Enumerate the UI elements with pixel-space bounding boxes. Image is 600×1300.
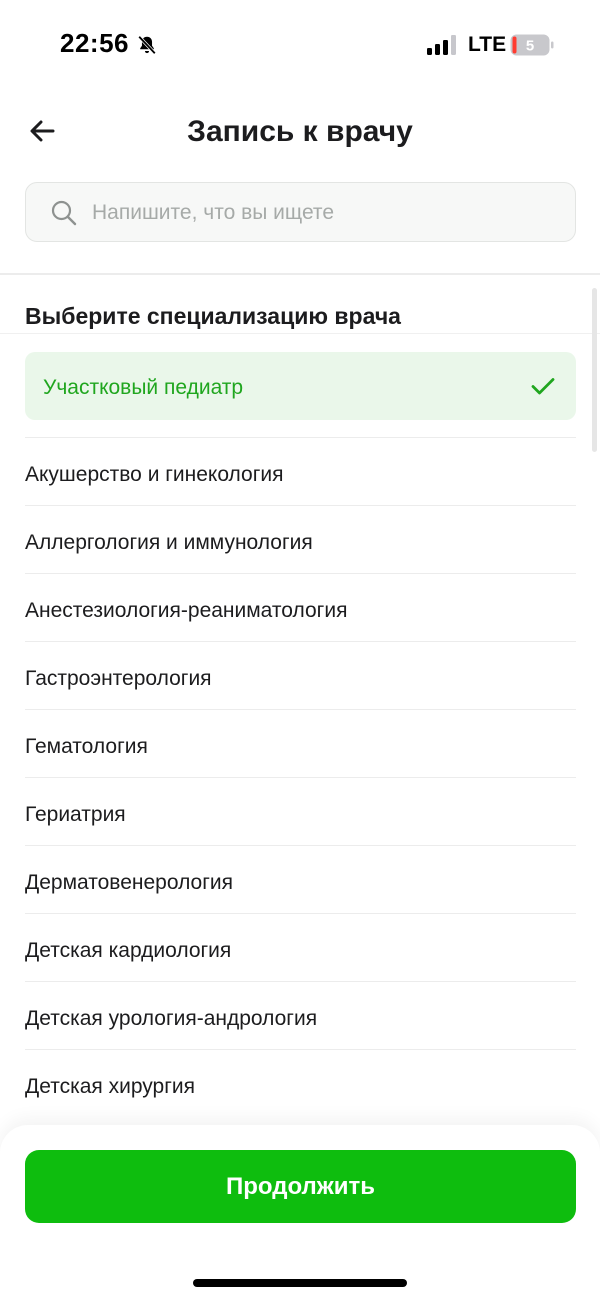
search-input[interactable] xyxy=(92,195,562,231)
list-item[interactable]: Детская хирургия xyxy=(25,1049,576,1117)
scrollbar[interactable] xyxy=(592,288,597,452)
list-item-label: Детская урология-андрология xyxy=(25,1007,318,1030)
list-item-label: Анестезиология-реаниматология xyxy=(25,599,348,622)
search-icon xyxy=(51,200,77,226)
list-item[interactable]: Гериатрия xyxy=(25,777,576,845)
list-item[interactable]: Гастроэнтерология xyxy=(25,641,576,709)
page-title: Запись к врачу xyxy=(187,115,413,148)
status-bar: 22:56 LTE 5 xyxy=(0,0,600,90)
check-icon xyxy=(531,378,555,395)
list-item-label: Аллергология и иммунология xyxy=(25,531,313,554)
selected-specialization-label: Участковый педиатр xyxy=(43,376,244,399)
bell-off-icon xyxy=(138,35,156,55)
selected-specialization[interactable]: Участковый педиатр xyxy=(25,352,576,420)
list-item[interactable]: Акушерство и гинекология xyxy=(25,437,576,505)
list-item[interactable]: Детская кардиология xyxy=(25,913,576,981)
list-item-label: Гематология xyxy=(25,735,148,758)
section-title: Выберите специализацию врача xyxy=(25,303,401,329)
list-item[interactable]: Аллергология и иммунология xyxy=(25,505,576,573)
header: Запись к врачу xyxy=(0,100,600,170)
list-item-label: Детская хирургия xyxy=(25,1075,195,1098)
list-item[interactable]: Анестезиология-реаниматология xyxy=(25,573,576,641)
list-item-label: Дерматовенерология xyxy=(25,871,234,894)
list-item[interactable]: Дерматовенерология xyxy=(25,845,576,913)
list-item[interactable]: Гематология xyxy=(25,709,576,777)
list-item-label: Акушерство и гинекология xyxy=(25,463,284,486)
status-time: 22:56 xyxy=(60,28,129,58)
battery-level: 5 xyxy=(526,38,534,55)
search-box[interactable] xyxy=(25,182,576,242)
home-indicator[interactable] xyxy=(193,1279,407,1287)
specialization-list-area[interactable]: Выберите специализацию врача Участковый … xyxy=(0,275,600,1135)
continue-button[interactable]: Продолжить xyxy=(25,1150,576,1223)
list-item-label: Гериатрия xyxy=(25,803,126,826)
specialization-list: Акушерство и гинекология Аллергология и … xyxy=(25,437,576,1117)
list-item-label: Детская кардиология xyxy=(25,939,232,962)
list-item-label: Гастроэнтерология xyxy=(25,667,212,690)
network-type: LTE xyxy=(468,33,507,56)
section-divider xyxy=(0,333,600,334)
list-item[interactable]: Детская урология-андрология xyxy=(25,981,576,1049)
signal-icon xyxy=(427,35,456,55)
battery-icon: 5 xyxy=(510,34,554,56)
bottom-panel: Продолжить xyxy=(0,1125,600,1300)
